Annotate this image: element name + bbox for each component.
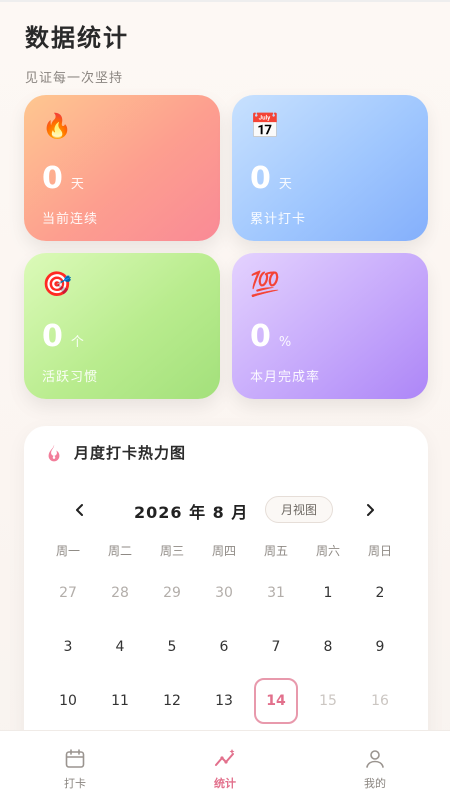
calendar-days-grid: 27 28 29 30 31 1 2 3 4 5 6 7 8 9 10 11 12 13 14 15 16 [42, 566, 406, 728]
tab-label: 打卡 [64, 777, 86, 790]
calendar-day[interactable]: 9 [354, 620, 406, 674]
day-number: 6 [219, 639, 229, 655]
calendar-day[interactable]: 13 [198, 674, 250, 728]
calendar-day[interactable]: 7 [250, 620, 302, 674]
calendar-day-today[interactable]: 14 [250, 674, 302, 728]
panel-title: 月度打卡热力图 [74, 444, 187, 462]
day-number: 29 [163, 585, 181, 601]
bottom-tab-bar: 打卡 统计 我的 [0, 730, 450, 800]
calendar-day[interactable]: 28 [94, 566, 146, 620]
day-number: 2 [375, 585, 385, 601]
weekday-label: 周日 [367, 544, 392, 558]
stat-card-current-streak: 🔥 0 天 当前连续 [24, 95, 220, 241]
day-number: 4 [115, 639, 125, 655]
stat-card-monthly-rate: 💯 0 % 本月完成率 [232, 253, 428, 399]
weekday-label: 周四 [211, 544, 236, 558]
target-icon: 🎯 [42, 270, 72, 298]
month-navigator: 2026 年 8 月 月视图 [24, 496, 428, 524]
status-line [0, 0, 450, 2]
calendar-day[interactable]: 11 [94, 674, 146, 728]
day-number: 13 [215, 693, 233, 709]
day-number: 14 [254, 678, 298, 724]
calendar-day[interactable]: 4 [94, 620, 146, 674]
stat-label: 累计打卡 [250, 212, 307, 227]
day-number: 9 [375, 639, 385, 655]
stat-label: 活跃习惯 [42, 370, 99, 385]
weekday-label: 周二 [107, 544, 132, 558]
tab-label: 我的 [364, 777, 386, 790]
day-number: 16 [371, 693, 389, 709]
day-number: 10 [59, 693, 77, 709]
prev-month-button[interactable] [68, 498, 92, 522]
tab-profile[interactable]: 我的 [300, 731, 450, 800]
calendar-icon [65, 749, 85, 768]
stat-value: 0 [42, 161, 63, 196]
stat-label: 本月完成率 [250, 370, 321, 385]
day-number: 5 [167, 639, 177, 655]
chevron-right-icon [367, 504, 374, 516]
month-view-toggle[interactable]: 月视图 [265, 496, 333, 523]
calendar-day[interactable]: 8 [302, 620, 354, 674]
calendar-day[interactable]: 27 [42, 566, 94, 620]
month-label: 2026 年 8 月 [134, 503, 249, 522]
fire-icon: 🔥 [42, 112, 72, 140]
stat-unit: 天 [70, 177, 84, 192]
monthly-heatmap-panel: 月度打卡热力图 2026 年 8 月 月视图 周一 周二 周三 周四 周五 周六 周日 27… [24, 426, 428, 756]
stat-unit: 天 [278, 177, 292, 192]
calendar-day[interactable]: 31 [250, 566, 302, 620]
stat-unit: % [278, 335, 292, 350]
panel-header: 月度打卡热力图 [44, 442, 186, 463]
page-header: 数据统计 见证每一次坚持 [25, 18, 129, 86]
day-number: 28 [111, 585, 129, 601]
day-number: 27 [59, 585, 77, 601]
stat-card-total-checkins: 📅 0 天 累计打卡 [232, 95, 428, 241]
chevron-left-icon [76, 504, 83, 516]
page-title: 数据统计 [25, 24, 129, 52]
weekday-label: 周一 [55, 544, 80, 558]
day-number: 15 [319, 693, 337, 709]
calendar-day[interactable]: 3 [42, 620, 94, 674]
calendar-day[interactable]: 30 [198, 566, 250, 620]
day-number: 11 [111, 693, 129, 709]
tab-label: 统计 [214, 777, 236, 790]
tab-statistics[interactable]: 统计 [150, 731, 300, 800]
weekday-label: 周三 [159, 544, 184, 558]
calendar-day[interactable]: 29 [146, 566, 198, 620]
day-number: 8 [323, 639, 333, 655]
calendar-day[interactable]: 10 [42, 674, 94, 728]
day-number: 1 [323, 585, 333, 601]
page-subtitle: 见证每一次坚持 [25, 71, 124, 86]
day-number: 12 [163, 693, 181, 709]
stat-value: 0 [42, 319, 63, 354]
stat-value: 0 [250, 161, 271, 196]
flame-icon [48, 444, 60, 461]
day-number: 30 [215, 585, 233, 601]
day-number: 31 [267, 585, 285, 601]
calendar-day[interactable]: 1 [302, 566, 354, 620]
stat-label: 当前连续 [42, 212, 99, 227]
tab-checkin[interactable]: 打卡 [0, 731, 150, 800]
stat-value: 0 [250, 319, 271, 354]
day-number: 3 [63, 639, 73, 655]
calendar-icon: 📅 [250, 112, 280, 140]
user-icon [366, 750, 384, 768]
day-number: 7 [271, 639, 281, 655]
calendar-day[interactable]: 16 [354, 674, 406, 728]
hundred-icon: 💯 [250, 270, 280, 298]
calendar-day[interactable]: 5 [146, 620, 198, 674]
weekday-label: 周六 [315, 544, 340, 558]
weekday-label: 周五 [263, 544, 288, 558]
weekday-header-row: 周一 周二 周三 周四 周五 周六 周日 [42, 542, 406, 559]
calendar-day[interactable]: 2 [354, 566, 406, 620]
stat-unit: 个 [70, 335, 84, 350]
calendar-day[interactable]: 6 [198, 620, 250, 674]
calendar-day[interactable]: 15 [302, 674, 354, 728]
chart-icon [215, 749, 235, 766]
stat-card-active-habits: 🎯 0 个 活跃习惯 [24, 253, 220, 399]
next-month-button[interactable] [358, 498, 382, 522]
calendar-day[interactable]: 12 [146, 674, 198, 728]
